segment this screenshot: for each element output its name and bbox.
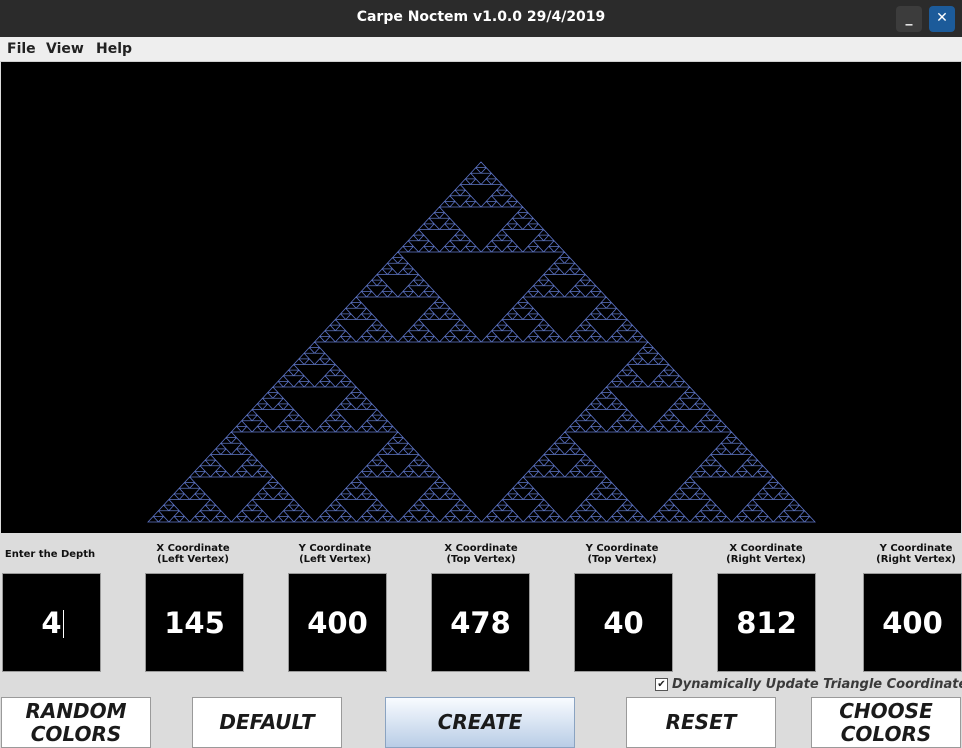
x-top-input[interactable]: 478 (431, 573, 530, 672)
y-right-label: Y Coordinate (Right Vertex) (876, 543, 956, 565)
y-left-label: Y Coordinate (Left Vertex) (298, 543, 372, 565)
depth-label: Enter the Depth (4, 549, 96, 560)
y-top-input[interactable]: 40 (574, 573, 673, 672)
x-top-label: X Coordinate (Top Vertex) (444, 543, 518, 565)
x-right-label: X Coordinate (Right Vertex) (726, 543, 806, 565)
y-right-input[interactable]: 400 (863, 573, 962, 672)
choose-colors-button[interactable]: CHOOSE COLORS (811, 697, 961, 748)
x-left-label: X Coordinate (Left Vertex) (156, 543, 230, 565)
menu-help[interactable]: Help (96, 41, 132, 57)
reset-button[interactable]: RESET (626, 697, 776, 748)
menu-file[interactable]: File (7, 41, 36, 57)
y-left-input[interactable]: 400 (288, 573, 387, 672)
fractal-mesh-tint (147, 161, 816, 523)
close-button[interactable]: ✕ (929, 6, 955, 32)
fractal-canvas (1, 62, 961, 533)
title-bar: Carpe Noctem v1.0.0 29/4/2019 _ ✕ (0, 0, 962, 37)
app-window: Carpe Noctem v1.0.0 29/4/2019 _ ✕ File V… (0, 0, 962, 748)
menu-view[interactable]: View (46, 41, 84, 57)
dynamic-update-label: Dynamically Update Triangle Coordinates (672, 677, 962, 692)
default-button[interactable]: DEFAULT (192, 697, 342, 748)
random-colors-button[interactable]: RANDOM COLORS (1, 697, 151, 748)
text-cursor (63, 610, 64, 638)
minimize-button[interactable]: _ (896, 6, 922, 32)
depth-input[interactable]: 4 (2, 573, 101, 672)
depth-value: 4 (41, 606, 62, 640)
y-top-label: Y Coordinate (Top Vertex) (585, 543, 659, 565)
x-right-input[interactable]: 812 (717, 573, 816, 672)
dynamic-update-checkbox[interactable]: ✔ (655, 678, 668, 691)
menu-bar: File View Help (0, 37, 962, 62)
x-left-input[interactable]: 145 (145, 573, 244, 672)
create-button[interactable]: CREATE (385, 697, 575, 748)
window-title: Carpe Noctem v1.0.0 29/4/2019 (356, 9, 606, 25)
sierpinski-triangle (147, 161, 816, 523)
